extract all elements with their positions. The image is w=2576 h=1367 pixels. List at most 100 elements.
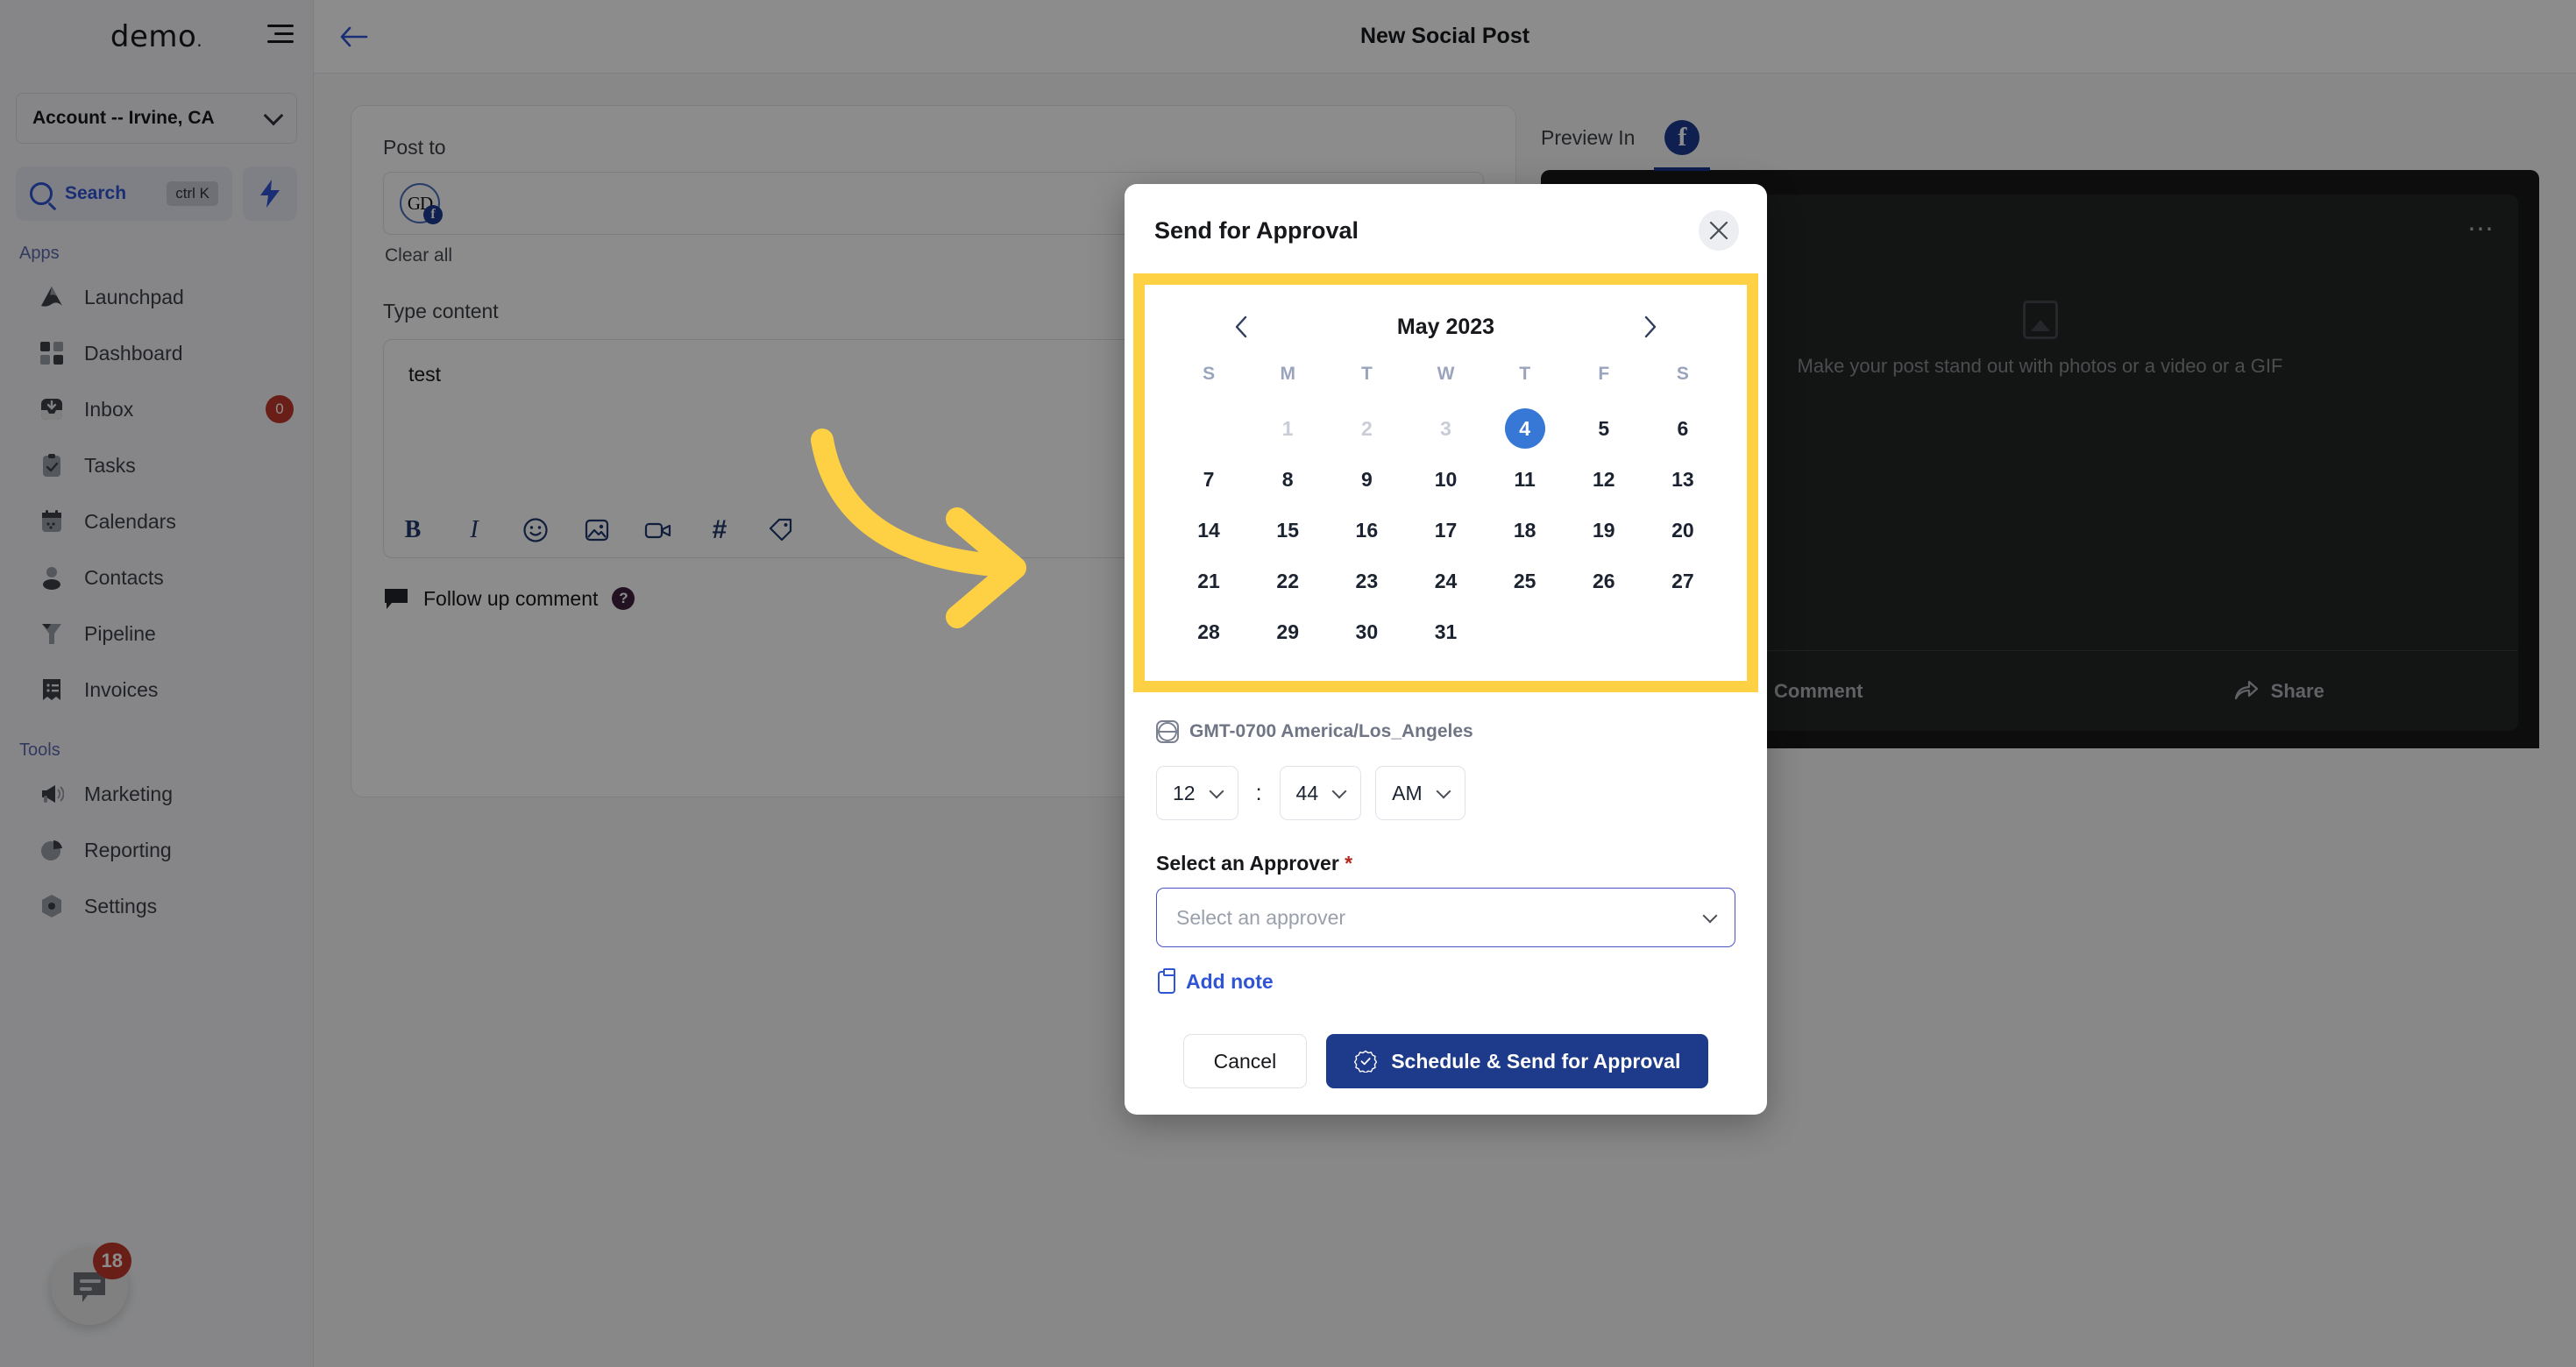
close-icon[interactable] [1699,210,1739,251]
calendar-day-label: 15 [1276,518,1299,542]
calendar-day-19[interactable]: 19 [1565,507,1643,553]
minute-value: 44 [1295,781,1319,804]
calendar-day-label: 22 [1276,569,1299,592]
calendar-day-label: 2 [1360,416,1373,440]
approver-label: Select an Approver * [1125,820,1767,875]
calendar-day-10[interactable]: 10 [1406,457,1485,502]
modal-header: Send for Approval [1125,184,1767,273]
date-picker: May 2023 S M T W T F S 1 2 3 4 5 6 7 8 9 10 11 12 13 14 15 16 1… [1145,285,1747,681]
calendar-day-26[interactable]: 26 [1565,558,1643,604]
meridiem-select[interactable]: AM [1375,766,1465,820]
calendar-day-23[interactable]: 23 [1327,558,1406,604]
calendar-day-label: 4 [1504,408,1545,449]
time-separator: : [1255,780,1262,805]
calendar-day-label: 8 [1281,467,1294,491]
calendar-day-13[interactable]: 13 [1643,457,1722,502]
modal-title: Send for Approval [1154,216,1359,244]
cancel-button[interactable]: Cancel [1182,1034,1308,1088]
calendar-day-28[interactable]: 28 [1169,609,1248,655]
calendar-day-label: 11 [1514,467,1536,491]
calendar-grid: S M T W T F S 1 2 3 4 5 6 7 8 9 10 11 12 13 14 15 16 17 18 19 20 21… [1169,353,1722,655]
calendar-day-2: 2 [1327,406,1406,451]
hour-select[interactable]: 12 [1156,766,1238,820]
calendar-day-5[interactable]: 5 [1565,406,1643,451]
calendar-day-8[interactable]: 8 [1248,457,1327,502]
calendar-day-label: 29 [1276,620,1299,643]
minute-select[interactable]: 44 [1279,766,1362,820]
calendar-day-24[interactable]: 24 [1406,558,1485,604]
calendar-day-11[interactable]: 11 [1486,457,1565,502]
calendar-day-label: 14 [1197,518,1220,542]
calendar-highlight-frame: May 2023 S M T W T F S 1 2 3 4 5 6 7 8 9 10 11 12 13 14 15 16 1… [1133,273,1758,692]
calendar-day-label: 9 [1360,467,1373,491]
calendar-day-3: 3 [1406,406,1485,451]
calendar-weekday-1: M [1280,364,1295,384]
approver-select[interactable]: Select an approver [1156,888,1735,947]
calendar-day-label: 21 [1197,569,1220,592]
calendar-day-17[interactable]: 17 [1406,507,1485,553]
add-note-button[interactable]: Add note [1125,947,1767,994]
calendar-day-27[interactable]: 27 [1643,558,1722,604]
calendar-day-label: 20 [1671,518,1694,542]
calendar-day-label: 24 [1434,569,1458,592]
calendar-day-25[interactable]: 25 [1486,558,1565,604]
calendar-day-label: 5 [1598,416,1610,440]
add-note-label: Add note [1186,970,1274,993]
send-for-approval-modal: Send for Approval May 2023 SMTWTFS123456… [1125,184,1767,1115]
calendar-day-label: 3 [1440,416,1451,440]
modal-actions: Cancel Schedule & Send for Approval [1125,994,1767,1095]
schedule-send-label: Schedule & Send for Approval [1391,1049,1681,1073]
chevron-right-icon[interactable] [1633,309,1668,344]
calendar-day-label: 26 [1592,569,1615,592]
calendar-day-label: 17 [1434,518,1458,542]
calendar-day-6[interactable]: 6 [1643,406,1722,451]
calendar-day-label: 18 [1513,518,1536,542]
calendar-day-29[interactable]: 29 [1248,609,1327,655]
chevron-down-icon [1209,783,1224,798]
screen-root: demo. Account -- Irvine, CA Search ctrl … [0,0,2576,1367]
calendar-weekday-5: F [1598,364,1610,384]
calendar-day-15[interactable]: 15 [1248,507,1327,553]
calendar-day-31[interactable]: 31 [1406,609,1485,655]
calendar-day-label: 19 [1592,518,1615,542]
calendar-day-16[interactable]: 16 [1327,507,1406,553]
approver-label-text: Select an Approver [1156,852,1339,875]
chevron-down-icon [1436,783,1451,798]
calendar-day-label: 30 [1355,620,1379,643]
calendar-day-12[interactable]: 12 [1565,457,1643,502]
calendar-day-22[interactable]: 22 [1248,558,1327,604]
calendar-day-label: 27 [1671,569,1694,592]
calendar-day-label: 28 [1197,620,1220,643]
calendar-day-label: 1 [1281,416,1294,440]
schedule-send-button[interactable]: Schedule & Send for Approval [1326,1034,1709,1088]
calendar-day-7[interactable]: 7 [1169,457,1248,502]
calendar-day-9[interactable]: 9 [1327,457,1406,502]
calendar-day-4[interactable]: 4 [1486,406,1565,451]
calendar-weekday-0: S [1203,364,1216,384]
calendar-header: May 2023 [1169,301,1722,353]
calendar-day-20[interactable]: 20 [1643,507,1722,553]
chevron-down-icon [1702,908,1718,923]
calendar-day-label: 23 [1355,569,1379,592]
timezone-text: GMT-0700 America/Los_Angeles [1189,721,1473,741]
calendar-day-label: 6 [1677,416,1689,440]
calendar-day-14[interactable]: 14 [1169,507,1248,553]
calendar-day-label: 16 [1355,518,1379,542]
calendar-day-label: 13 [1671,467,1694,491]
calendar-day-1: 1 [1248,406,1327,451]
calendar-day-label: 25 [1513,569,1536,592]
required-mark: * [1345,852,1353,875]
calendar-day-30[interactable]: 30 [1327,609,1406,655]
calendar-day-label: 12 [1592,467,1615,491]
chevron-left-icon[interactable] [1224,309,1259,344]
calendar-weekday-6: S [1676,364,1689,384]
calendar-day-label: 10 [1434,467,1458,491]
calendar-day-21[interactable]: 21 [1169,558,1248,604]
calendar-month-label: May 2023 [1396,314,1495,339]
approver-placeholder: Select an approver [1176,905,1346,929]
globe-icon [1156,720,1179,743]
calendar-day-18[interactable]: 18 [1486,507,1565,553]
calendar-blank-cell [1169,406,1248,451]
calendar-weekday-2: T [1360,364,1373,384]
time-picker-row: 12 : 44 AM [1125,743,1767,820]
